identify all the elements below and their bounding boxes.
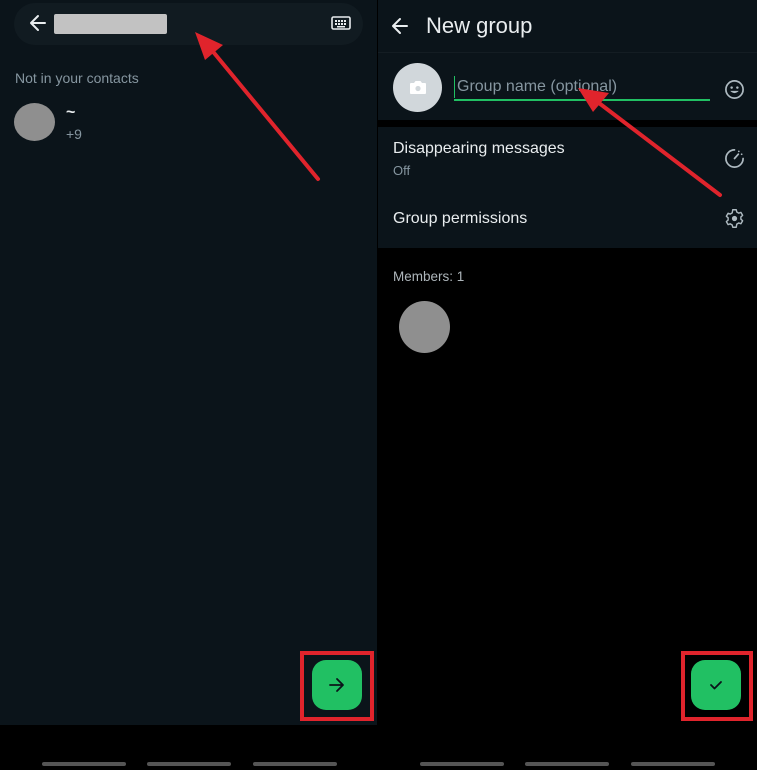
left-screen-contact-picker xyxy=(0,0,377,725)
group-name-input[interactable] xyxy=(454,76,712,98)
input-underline xyxy=(454,99,710,101)
setting-title: Disappearing messages xyxy=(393,140,565,157)
keyboard-icon[interactable] xyxy=(331,16,351,30)
avatar xyxy=(14,103,55,141)
gear-icon xyxy=(725,209,744,228)
check-icon xyxy=(710,681,722,690)
next-button[interactable] xyxy=(312,660,362,710)
nav-pill xyxy=(631,762,715,766)
nav-pill xyxy=(42,762,126,766)
page-title: New group xyxy=(426,13,533,38)
nav-pill xyxy=(147,762,231,766)
nav-pill xyxy=(253,762,337,766)
contact-name: ~ xyxy=(66,104,76,121)
arrow-right-icon xyxy=(329,678,344,692)
emoji-icon[interactable] xyxy=(724,79,745,100)
setting-title: Group permissions xyxy=(393,210,528,227)
camera-icon xyxy=(409,81,426,94)
create-group-button[interactable] xyxy=(691,660,741,710)
setting-subtitle: Off xyxy=(393,163,411,178)
group-photo-button[interactable] xyxy=(393,63,442,112)
contact-phone: +9 xyxy=(66,126,82,142)
arrow-left-icon[interactable] xyxy=(390,15,410,37)
arrow-left-icon[interactable] xyxy=(28,12,48,34)
nav-pill xyxy=(420,762,504,766)
members-count-label: Members: 1 xyxy=(393,269,465,284)
nav-pill xyxy=(525,762,609,766)
search-input-redacted[interactable] xyxy=(54,14,167,34)
timer-icon xyxy=(725,149,744,168)
member-avatar[interactable] xyxy=(399,301,450,353)
section-label: Not in your contacts xyxy=(15,70,139,86)
